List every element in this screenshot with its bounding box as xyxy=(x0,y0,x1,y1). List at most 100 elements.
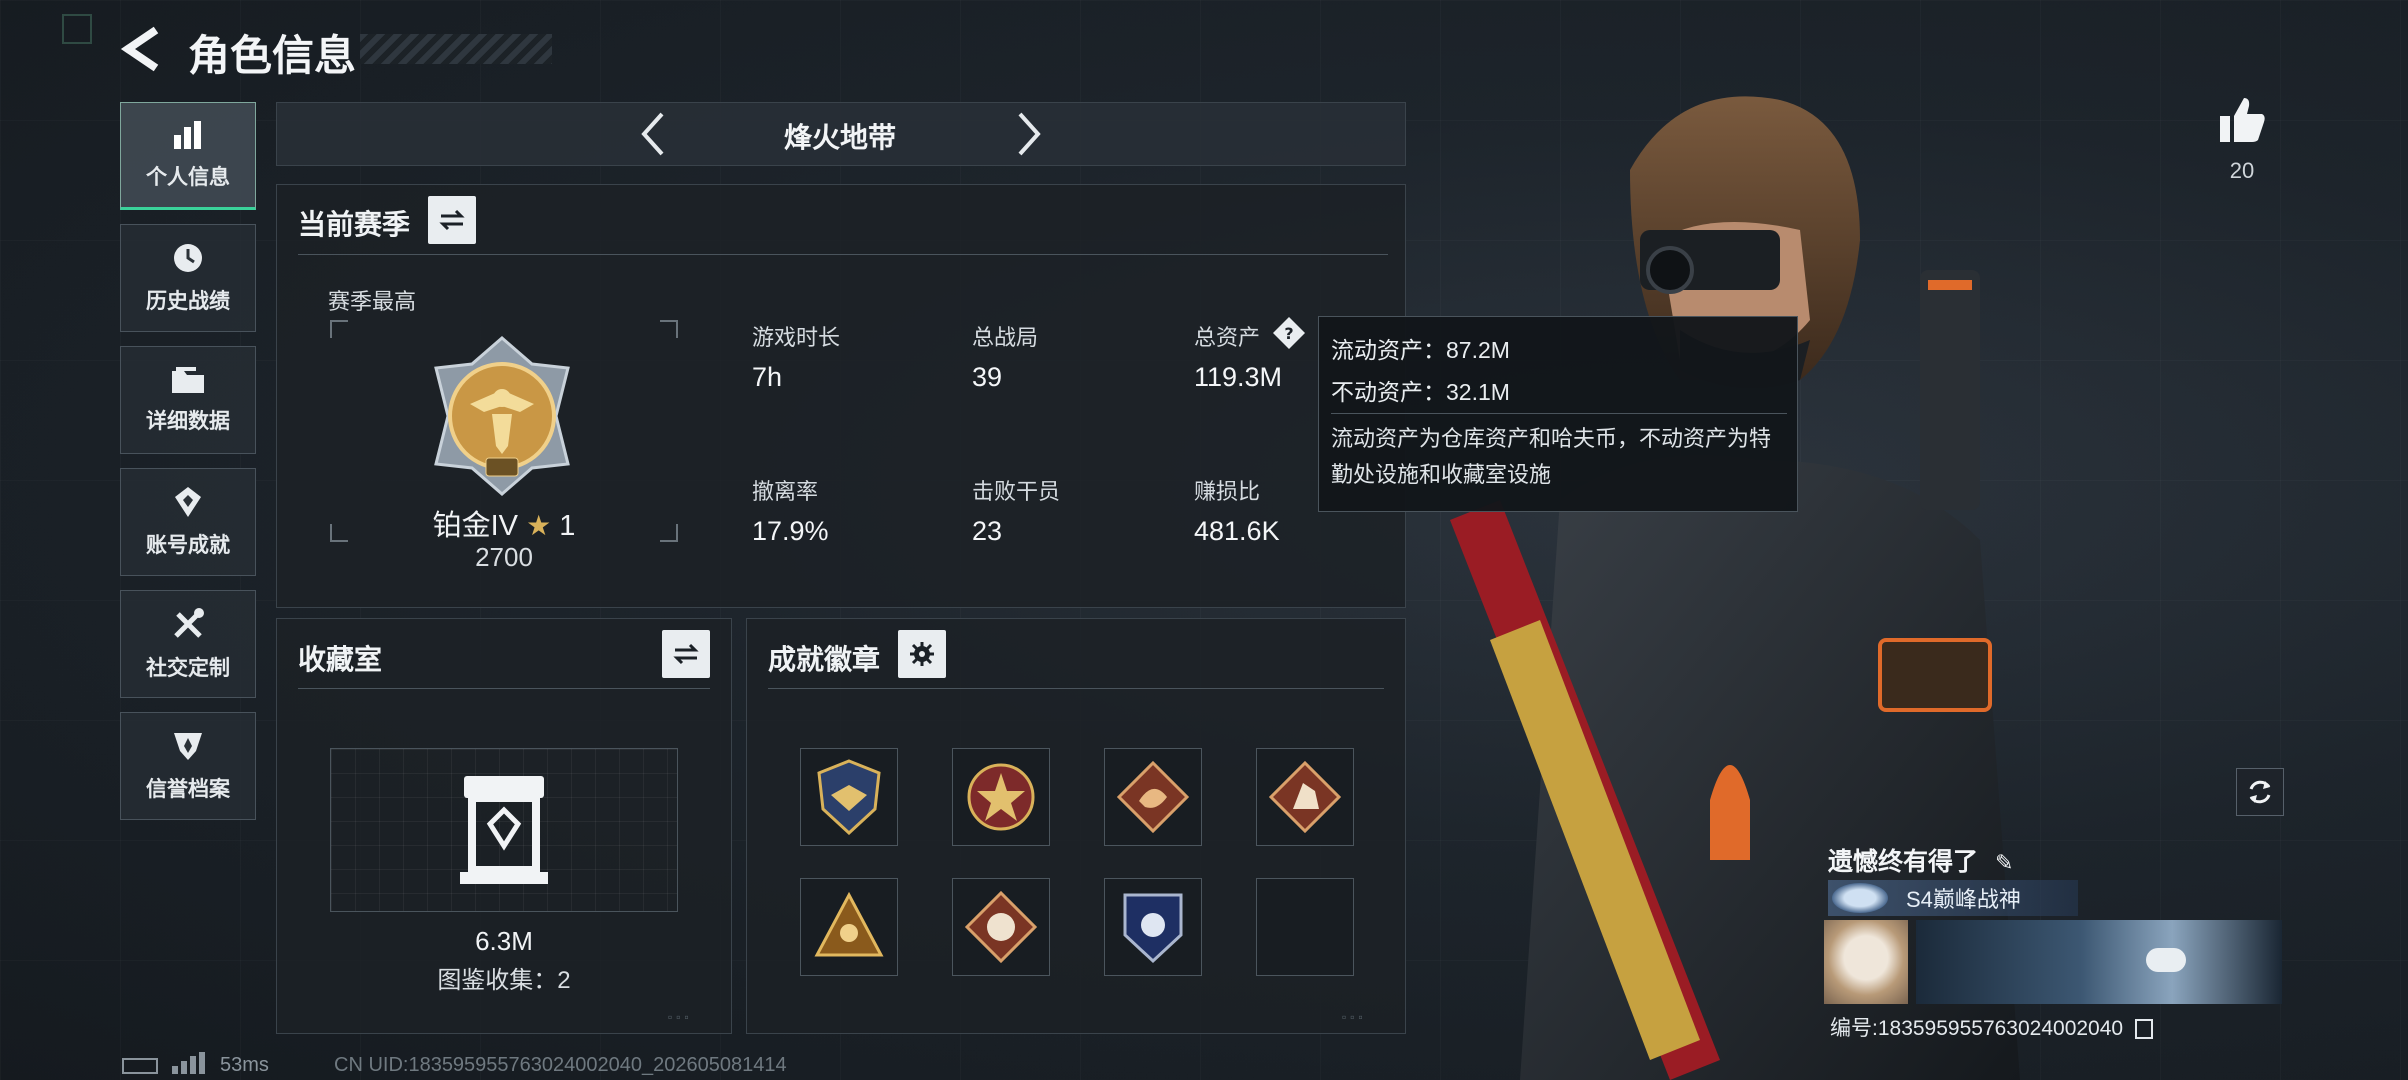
rank-info: 铂金IV ★ 1 xyxy=(330,502,678,544)
folder-icon xyxy=(172,367,204,393)
collection-catalog: 图鉴收集：2 xyxy=(437,967,571,994)
season-highest-label: 赛季最高 xyxy=(328,289,417,314)
sidebar-label: 详细数据 xyxy=(146,410,230,433)
battery-icon xyxy=(122,1058,158,1074)
player-title-plate: S4巅峰战神 xyxy=(1828,880,2078,916)
swap-icon xyxy=(673,643,699,665)
sidebar-item-details[interactable]: 详细数据 xyxy=(120,346,256,454)
chevron-left-icon xyxy=(641,112,664,156)
shield-icon xyxy=(174,733,202,760)
achievements-title: 成就徽章 xyxy=(768,644,881,675)
refresh-icon xyxy=(2249,780,2271,804)
help-icon: ? xyxy=(1273,317,1305,349)
achievement-icon xyxy=(175,487,201,517)
sidebar-item-social[interactable]: 社交定制 xyxy=(120,590,256,698)
profile-banner xyxy=(1916,920,2282,1004)
stat-value-kills: 23 xyxy=(972,516,1003,546)
bar-chart-icon xyxy=(174,121,201,149)
stat-label-total-matches: 总战局 xyxy=(972,325,1039,350)
sidebar-label: 历史战绩 xyxy=(146,290,230,313)
rank-emblem-icon xyxy=(420,334,584,498)
player-id: 编号:1835959557630240020​40 xyxy=(1830,1012,2153,1042)
astronaut-icon xyxy=(2146,948,2186,972)
achievement-badge-6[interactable] xyxy=(952,878,1050,976)
sidebar-label: 账号成就 xyxy=(146,534,230,557)
achievement-badge-1[interactable] xyxy=(800,748,898,846)
season-switch-button[interactable] xyxy=(428,196,476,244)
svg-text:?: ? xyxy=(1284,324,1293,343)
player-name-text: 遗憾终有得了 xyxy=(1828,848,1979,876)
edit-name-icon[interactable]: ✎ xyxy=(1995,850,2013,876)
stat-label-profit-ratio: 赚损比 xyxy=(1194,479,1261,504)
back-button[interactable] xyxy=(118,24,164,74)
achievements-divider xyxy=(768,688,1384,689)
like-count: 20 xyxy=(2229,158,2255,183)
season-title: 当前赛季 xyxy=(298,209,411,240)
stat-label-kills: 击败干员 xyxy=(972,479,1061,504)
assets-tooltip: 流动资产：87.2M 不动资产：32.1M 流动资产为仓库资产和哈夫币，不动资产… xyxy=(1318,316,1798,512)
rank-name: 铂金IV xyxy=(432,510,519,542)
chevron-right-icon xyxy=(1018,112,1041,156)
corner-bracket xyxy=(62,14,92,44)
collection-switch-button[interactable] xyxy=(662,630,710,678)
sidebar-label: 社交定制 xyxy=(146,657,230,680)
sidebar-label: 信誉档案 xyxy=(146,778,230,801)
sidebar-item-reputation[interactable]: 信誉档案 xyxy=(120,712,256,820)
rank-star-icon: ★ xyxy=(526,510,552,541)
uid-text: CN UID:183595955763024002040_20260508141… xyxy=(334,1054,787,1076)
player-id-text: 编号:1835959557630240020​40 xyxy=(1830,1017,2124,1040)
page-title: 角色信息 xyxy=(188,32,357,79)
thumbs-up-icon xyxy=(2220,98,2265,142)
rotate-model-button[interactable] xyxy=(2236,768,2284,816)
panel-corner-dots: ▫▫▫ xyxy=(1342,1010,1367,1024)
eagle-badge-icon xyxy=(817,759,881,835)
achievements-settings-button[interactable] xyxy=(898,630,946,678)
stat-label-total-assets: 总资产 xyxy=(1194,325,1261,350)
title-emblem-icon xyxy=(1832,883,1888,913)
achievement-badge-3[interactable] xyxy=(1104,748,1202,846)
player-title: S4巅峰战神 xyxy=(1906,887,2021,912)
achievement-badge-4[interactable] xyxy=(1256,748,1354,846)
stat-label-evac-rate: 撤离率 xyxy=(752,479,819,504)
shield-badge-icon xyxy=(1123,893,1183,964)
beast-badge-icon xyxy=(965,891,1037,963)
collection-divider xyxy=(298,688,710,689)
sidebar-item-personal-info[interactable]: 个人信息 xyxy=(120,102,256,210)
copy-icon[interactable] xyxy=(2134,1019,2153,1040)
panel-corner-dots: ▫▫▫ xyxy=(668,1010,693,1024)
collection-value: 6.3M xyxy=(475,926,533,956)
sidebar-item-achievements[interactable]: 账号成就 xyxy=(120,468,256,576)
achievement-badge-5[interactable] xyxy=(800,878,898,976)
clock-icon xyxy=(174,244,202,272)
achievement-badge-7[interactable] xyxy=(1104,878,1202,976)
stat-value-profit-ratio: 481.6K xyxy=(1194,516,1280,546)
achievement-badge-empty[interactable] xyxy=(1256,878,1354,976)
profile-card[interactable]: 遗憾终有得了 ✎ S4巅峰战神 编号:1835959557630240020​4… xyxy=(1818,836,2286,1046)
dragon-badge-icon xyxy=(1117,761,1189,833)
title-decoration xyxy=(360,34,552,64)
collection-title: 收藏室 xyxy=(298,644,383,675)
next-mode-button[interactable] xyxy=(1008,108,1048,160)
vault-icon xyxy=(458,774,550,886)
prev-mode-button[interactable] xyxy=(634,108,674,160)
star-badge-icon xyxy=(967,763,1035,831)
tooltip-divider xyxy=(1331,413,1787,414)
ping-text: 53ms xyxy=(220,1054,269,1076)
player-avatar[interactable] xyxy=(1824,920,1908,1004)
like-button[interactable] xyxy=(2216,94,2268,146)
player-name: 遗憾终有得了 ✎ xyxy=(1828,842,2013,878)
stat-value-total-matches: 39 xyxy=(972,362,1003,392)
swap-icon xyxy=(439,209,465,231)
pyramid-badge-icon xyxy=(814,891,884,957)
sidebar-label: 个人信息 xyxy=(146,166,230,189)
signal-icon xyxy=(172,1052,208,1074)
sidebar-item-history[interactable]: 历史战绩 xyxy=(120,224,256,332)
tooltip-liquid-assets: 流动资产：87.2M xyxy=(1331,337,1510,363)
achievement-badge-2[interactable] xyxy=(952,748,1050,846)
back-arrow-icon xyxy=(120,26,159,72)
stat-value-total-assets: 119.3M xyxy=(1194,362,1283,392)
rank-stars: 1 xyxy=(559,510,576,542)
gear-icon xyxy=(910,642,934,666)
stat-label-play-time: 游戏时长 xyxy=(752,325,841,350)
assets-help-button[interactable]: ? xyxy=(1272,316,1306,350)
